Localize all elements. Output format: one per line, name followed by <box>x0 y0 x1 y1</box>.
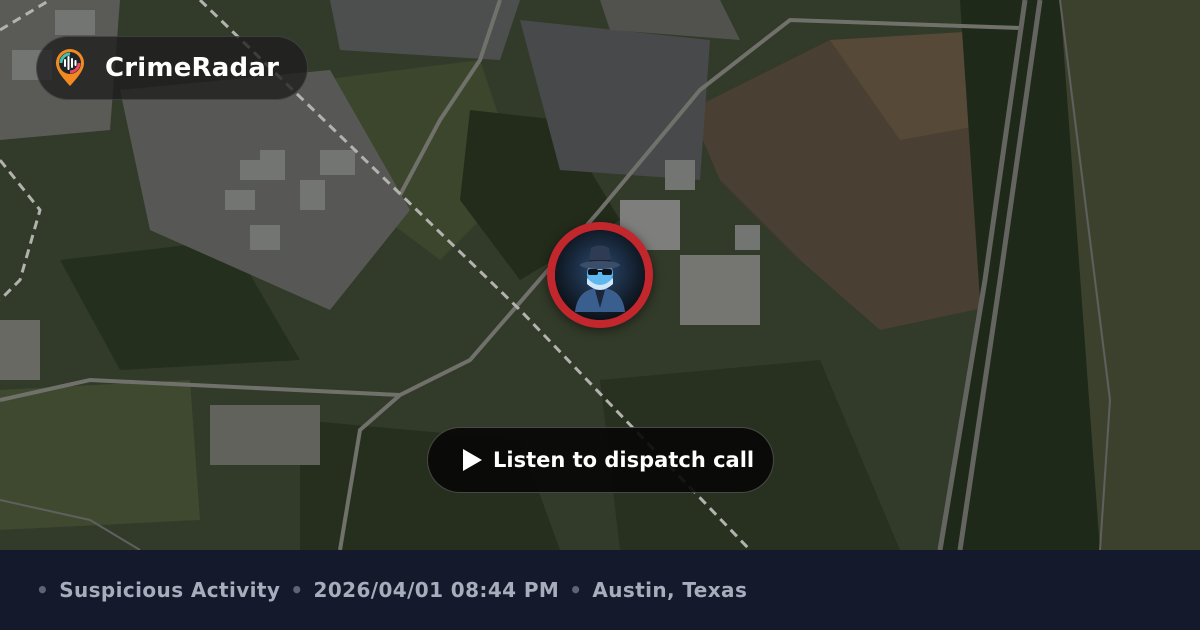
incident-meta-bar: • Suspicious Activity • 2026/04/01 08:44… <box>0 550 1200 630</box>
incident-location: Austin, Texas <box>592 578 748 602</box>
incident-category: Suspicious Activity <box>59 578 281 602</box>
separator-dot: • <box>290 578 304 602</box>
separator-dot: • <box>36 578 50 602</box>
listen-dispatch-label: Listen to dispatch call <box>493 448 755 472</box>
incident-marker[interactable] <box>547 222 653 328</box>
incident-datetime: 2026/04/01 08:44 PM <box>313 578 560 602</box>
separator-dot: • <box>569 578 583 602</box>
listen-dispatch-button[interactable]: Listen to dispatch call <box>427 427 774 493</box>
hooded-suspect-icon <box>555 230 645 320</box>
brand-badge: CrimeRadar <box>36 36 308 100</box>
brand-name: CrimeRadar <box>105 53 280 83</box>
radar-pin-icon <box>53 49 87 87</box>
play-icon <box>461 448 483 472</box>
